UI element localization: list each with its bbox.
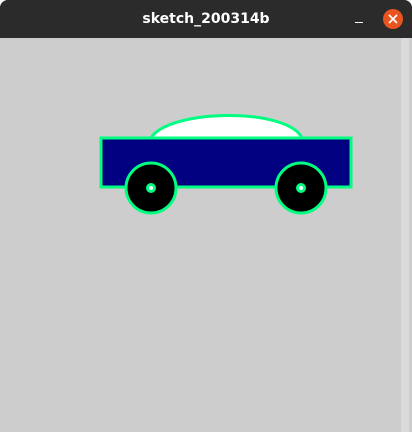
canvas-background	[0, 38, 412, 432]
rear-hub-center	[299, 186, 303, 190]
car-drawing	[0, 38, 412, 432]
rear-wheel	[274, 161, 328, 215]
front-hub-center	[149, 186, 153, 190]
minimize-icon	[355, 22, 363, 23]
front-wheel	[124, 161, 178, 215]
minimize-button[interactable]	[346, 7, 370, 31]
right-edge-strip	[401, 38, 409, 432]
title-bar[interactable]: sketch_200314b	[0, 0, 412, 38]
close-icon	[383, 9, 403, 29]
close-button[interactable]	[383, 9, 403, 29]
sketch-window: sketch_200314b	[0, 0, 412, 432]
sketch-canvas[interactable]	[0, 38, 412, 432]
